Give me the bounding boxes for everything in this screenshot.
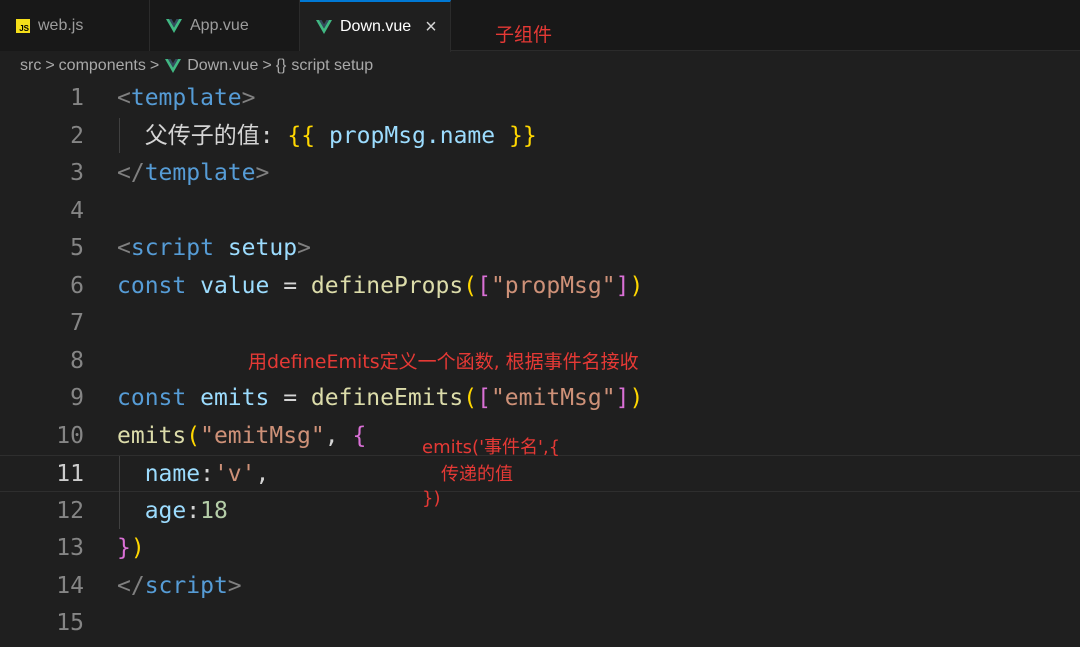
code-line-5: 5 <script setup> [0, 230, 1080, 267]
chevron-right-icon: > [149, 57, 160, 74]
annotation-emit-line1: emits('事件名',{ [422, 437, 561, 458]
line-content: 父传子的值: {{ propMsg.name }} [144, 122, 537, 149]
braces-icon: {} [275, 57, 287, 74]
line-content: const value = defineProps(["propMsg"]) [117, 272, 644, 299]
chevron-right-icon: > [45, 57, 55, 74]
line-number: 8 [70, 347, 84, 374]
breadcrumb-down-vue[interactable]: Down.vue [187, 57, 258, 75]
line-number: 15 [56, 610, 84, 636]
code-line-1: 1 <template> [0, 80, 1080, 117]
code-line-7: 7 [0, 305, 1080, 342]
tab-label: Down.vue [340, 18, 412, 35]
line-number: 10 [56, 422, 84, 449]
line-number: 2 [70, 122, 84, 149]
line-number: 6 [70, 272, 84, 299]
line-content: age:18 [144, 497, 228, 524]
close-icon[interactable]: × [425, 17, 437, 37]
vue-file-icon [165, 59, 182, 73]
js-file-icon: JS [16, 18, 30, 33]
line-number: 3 [70, 160, 84, 186]
annotation-emit-line3: }) [422, 488, 441, 509]
line-number: 5 [70, 235, 84, 261]
code-line-11: 11 name:'v', [0, 455, 1080, 492]
line-number: 11 [56, 461, 84, 487]
tab-label: web.js [38, 16, 84, 34]
code-line-9: 9 const emits = defineEmits(["emitMsg"]) [0, 380, 1080, 417]
line-content: </script> [117, 572, 242, 599]
line-content: <template> [117, 85, 256, 111]
code-line-6: 6 const value = defineProps(["propMsg"]) [0, 268, 1080, 305]
line-number: 1 [70, 85, 84, 111]
breadcrumb-script-setup[interactable]: script setup [291, 57, 373, 75]
breadcrumb-src[interactable]: src [20, 57, 41, 75]
line-number: 12 [56, 497, 84, 524]
annotation-emit-line2: 传递的值 [441, 464, 513, 485]
line-content: <script setup> [117, 235, 311, 261]
annotation-child-component: 子组件 [495, 24, 553, 46]
vue-file-icon [166, 18, 182, 33]
code-line-14: 14 </script> [0, 568, 1080, 605]
code-line-3: 3 </template> [0, 155, 1080, 192]
breadcrumb-components[interactable]: components [59, 57, 146, 75]
code-line-4: 4 [0, 193, 1080, 230]
line-content: </template> [117, 160, 270, 186]
code-line-2: 2 父传子的值: {{ propMsg.name }} [0, 118, 1080, 155]
code-line-13: 13 }) [0, 530, 1080, 567]
indent-guide [119, 118, 120, 153]
tab-label: App.vue [190, 16, 249, 34]
annotation-define-emits: 用defineEmits定义一个函数, 根据事件名接收 [248, 351, 639, 373]
chevron-right-icon: > [262, 57, 272, 74]
line-number: 7 [70, 310, 84, 336]
indent-guide [119, 456, 120, 529]
line-number: 9 [70, 385, 84, 411]
code-line-12: 12 age:18 [0, 493, 1080, 530]
line-content: emits("emitMsg", { [117, 422, 367, 449]
tab-down-vue[interactable]: Down.vue × [300, 0, 451, 52]
line-content: const emits = defineEmits(["emitMsg"]) [117, 385, 644, 411]
code-line-15: 15 [0, 605, 1080, 642]
line-number: 13 [56, 535, 84, 561]
line-content: }) [117, 535, 145, 561]
vue-file-icon [316, 20, 332, 34]
tab-bar: JS web.js App.vue Down.vue × 子组件 [0, 0, 1080, 52]
line-content: name:'v', [144, 461, 270, 487]
tab-web-js[interactable]: JS web.js [0, 0, 150, 51]
line-number: 4 [70, 197, 84, 224]
tab-app-vue[interactable]: App.vue [150, 0, 300, 51]
line-number: 14 [56, 572, 84, 599]
breadcrumb: src > components > Down.vue > {} script … [20, 54, 373, 78]
